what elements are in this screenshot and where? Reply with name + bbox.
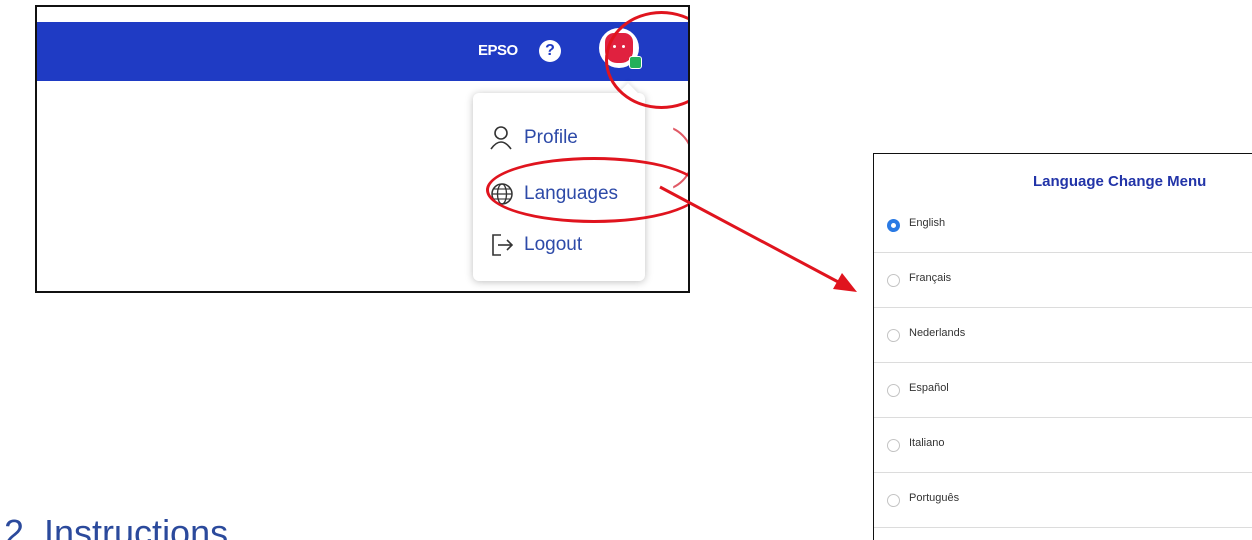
language-option-espanol[interactable]: Español — [874, 363, 1252, 418]
logout-icon — [492, 234, 514, 256]
arrow-head — [833, 273, 857, 292]
menu-title: Language Change Menu — [1033, 173, 1207, 190]
help-icon[interactable]: ? — [539, 40, 561, 62]
language-label: Nederlands — [909, 327, 966, 339]
radio-unselected-icon[interactable] — [887, 274, 900, 287]
language-option-italiano[interactable]: Italiano — [874, 418, 1252, 473]
language-label: Français — [909, 272, 952, 284]
document-page: EPSO ? Profile Languages Logout Language… — [0, 0, 1252, 540]
section-heading: 2. Instructions — [4, 512, 229, 540]
user-icon — [490, 126, 512, 150]
language-label: English — [909, 217, 946, 229]
language-label: Português — [909, 492, 960, 504]
language-label: Italiano — [909, 437, 945, 449]
menu-item-label: Profile — [524, 127, 578, 148]
radio-unselected-icon[interactable] — [887, 494, 900, 507]
radio-unselected-icon[interactable] — [887, 439, 900, 452]
radio-unselected-icon[interactable] — [887, 384, 900, 397]
radio-unselected-icon[interactable] — [887, 329, 900, 342]
language-option-portugues[interactable]: Português — [874, 473, 1252, 528]
language-change-menu: Language Change Menu English Français Ne… — [873, 153, 1252, 540]
language-label: Español — [909, 382, 949, 394]
language-option-francais[interactable]: Français — [874, 253, 1252, 308]
radio-selected-icon[interactable] — [887, 219, 900, 232]
languages-highlight-ellipse — [486, 157, 688, 223]
brand-label[interactable]: EPSO — [478, 42, 518, 59]
menu-item-label: Logout — [524, 234, 583, 255]
user-menu-screenshot: EPSO ? Profile Languages Logout — [35, 5, 690, 293]
language-option-english[interactable]: English — [874, 198, 1252, 253]
menu-item-profile[interactable]: Profile — [489, 123, 578, 153]
top-navigation-bar: EPSO ? — [37, 22, 688, 81]
language-option-nederlands[interactable]: Nederlands — [874, 308, 1252, 363]
menu-item-logout[interactable]: Logout — [489, 230, 582, 260]
